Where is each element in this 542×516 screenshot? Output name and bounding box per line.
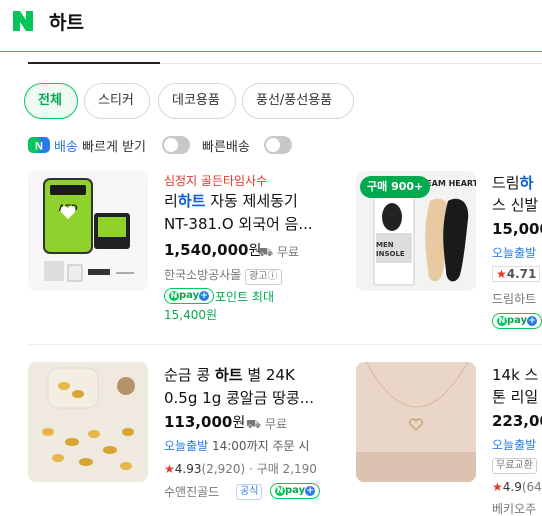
free-exchange-tag: 무료교환 [492,458,537,474]
seller-name[interactable]: 수앤진골드 [164,483,219,500]
product-image[interactable] [28,362,148,482]
product-image[interactable] [356,362,476,482]
npay-badge: Npay+ [270,483,321,499]
product-price: 223,000 [492,412,542,430]
rating: ★4.9(64 [492,480,542,494]
rating: ★4.71 [492,266,541,282]
fast-delivery-toggle[interactable] [264,136,292,154]
search-query[interactable]: 하트 [49,8,84,35]
truck-icon: ⛟ [246,417,262,431]
product-title-line2[interactable]: 0.5g 1g 콩알금 땅콩... [164,387,314,409]
truck-icon: ⛟ [258,245,274,259]
chip-balloon[interactable]: 풍선/풍선용품 [242,83,354,119]
point-value: 15,400원 [164,308,218,322]
npay-badge: Npay+ [164,288,215,304]
product-title-line2[interactable]: 톤 리일 [492,386,538,408]
official-tag: 공식 [236,484,263,500]
rating: ★4.93(2,920) · 구매 2,190 [164,462,317,476]
chip-sticker[interactable]: 스티커 [84,83,150,119]
seller-name[interactable]: 한국소방공사몰 광고ⓘ [164,266,282,285]
product-price: 1,540,000원 [164,241,262,259]
search-header: 하트 [0,0,542,52]
today-shipping: 오늘출발 [492,438,537,452]
svg-text:N: N [35,141,43,153]
necklace-image [356,362,476,482]
seller-name[interactable]: 드림하트 [492,290,536,307]
tab-divider [160,63,542,64]
product-title-line2[interactable]: 스 신발 [492,194,538,216]
naver-logo-icon[interactable] [10,8,36,34]
product-title-line2[interactable]: NT-381.O 외국어 음... [164,213,313,235]
today-shipping: 오늘출발 14:00까지 주문 시 [164,439,310,453]
product-title[interactable]: 드림하 [492,172,533,194]
n-delivery-icon: N [28,137,50,153]
product-title[interactable]: 리하트 자동 제세동기 [164,190,298,212]
ad-tag[interactable]: 광고ⓘ [245,269,282,285]
chip-deco[interactable]: 데코용품 [158,83,236,119]
fast-delivery-filter-label: 빠른배송 [202,140,250,155]
fast-receive-toggle[interactable] [162,136,190,154]
product-promo: 심정지 골든타임사수 [164,174,268,188]
active-tab-indicator [28,62,160,64]
shipping-info: ⛟ 무료 [258,245,300,259]
aed-icon: AED [43,178,134,282]
product-price: 113,000원 [164,413,246,431]
product-image[interactable]: AED [28,171,148,291]
product-title[interactable]: 14k 스 [492,364,538,386]
row-divider [28,344,542,345]
seller-name[interactable]: 베키오주 [492,500,536,516]
star-icon: ★ [164,462,175,476]
point-text: 포인트 최대 [215,290,275,304]
today-shipping: 오늘출발 [492,246,537,260]
shipping-info: ⛟ 무료 [246,417,288,431]
purchase-count-badge: 구매 900+ [360,176,431,198]
product-title[interactable]: 순금 콩 하트 별 24K [164,364,295,386]
star-icon: ★ [496,267,507,281]
star-icon: ★ [492,480,503,494]
product-price: 15,000 [492,220,542,238]
fast-delivery-label: 배송 빠르게 받기 [54,140,146,155]
npay-badge: Npay+ [492,313,542,329]
chip-all[interactable]: 전체 [24,83,78,119]
image-box-text: MEN INSOLE [376,241,405,258]
gold-beans-image [42,367,135,470]
